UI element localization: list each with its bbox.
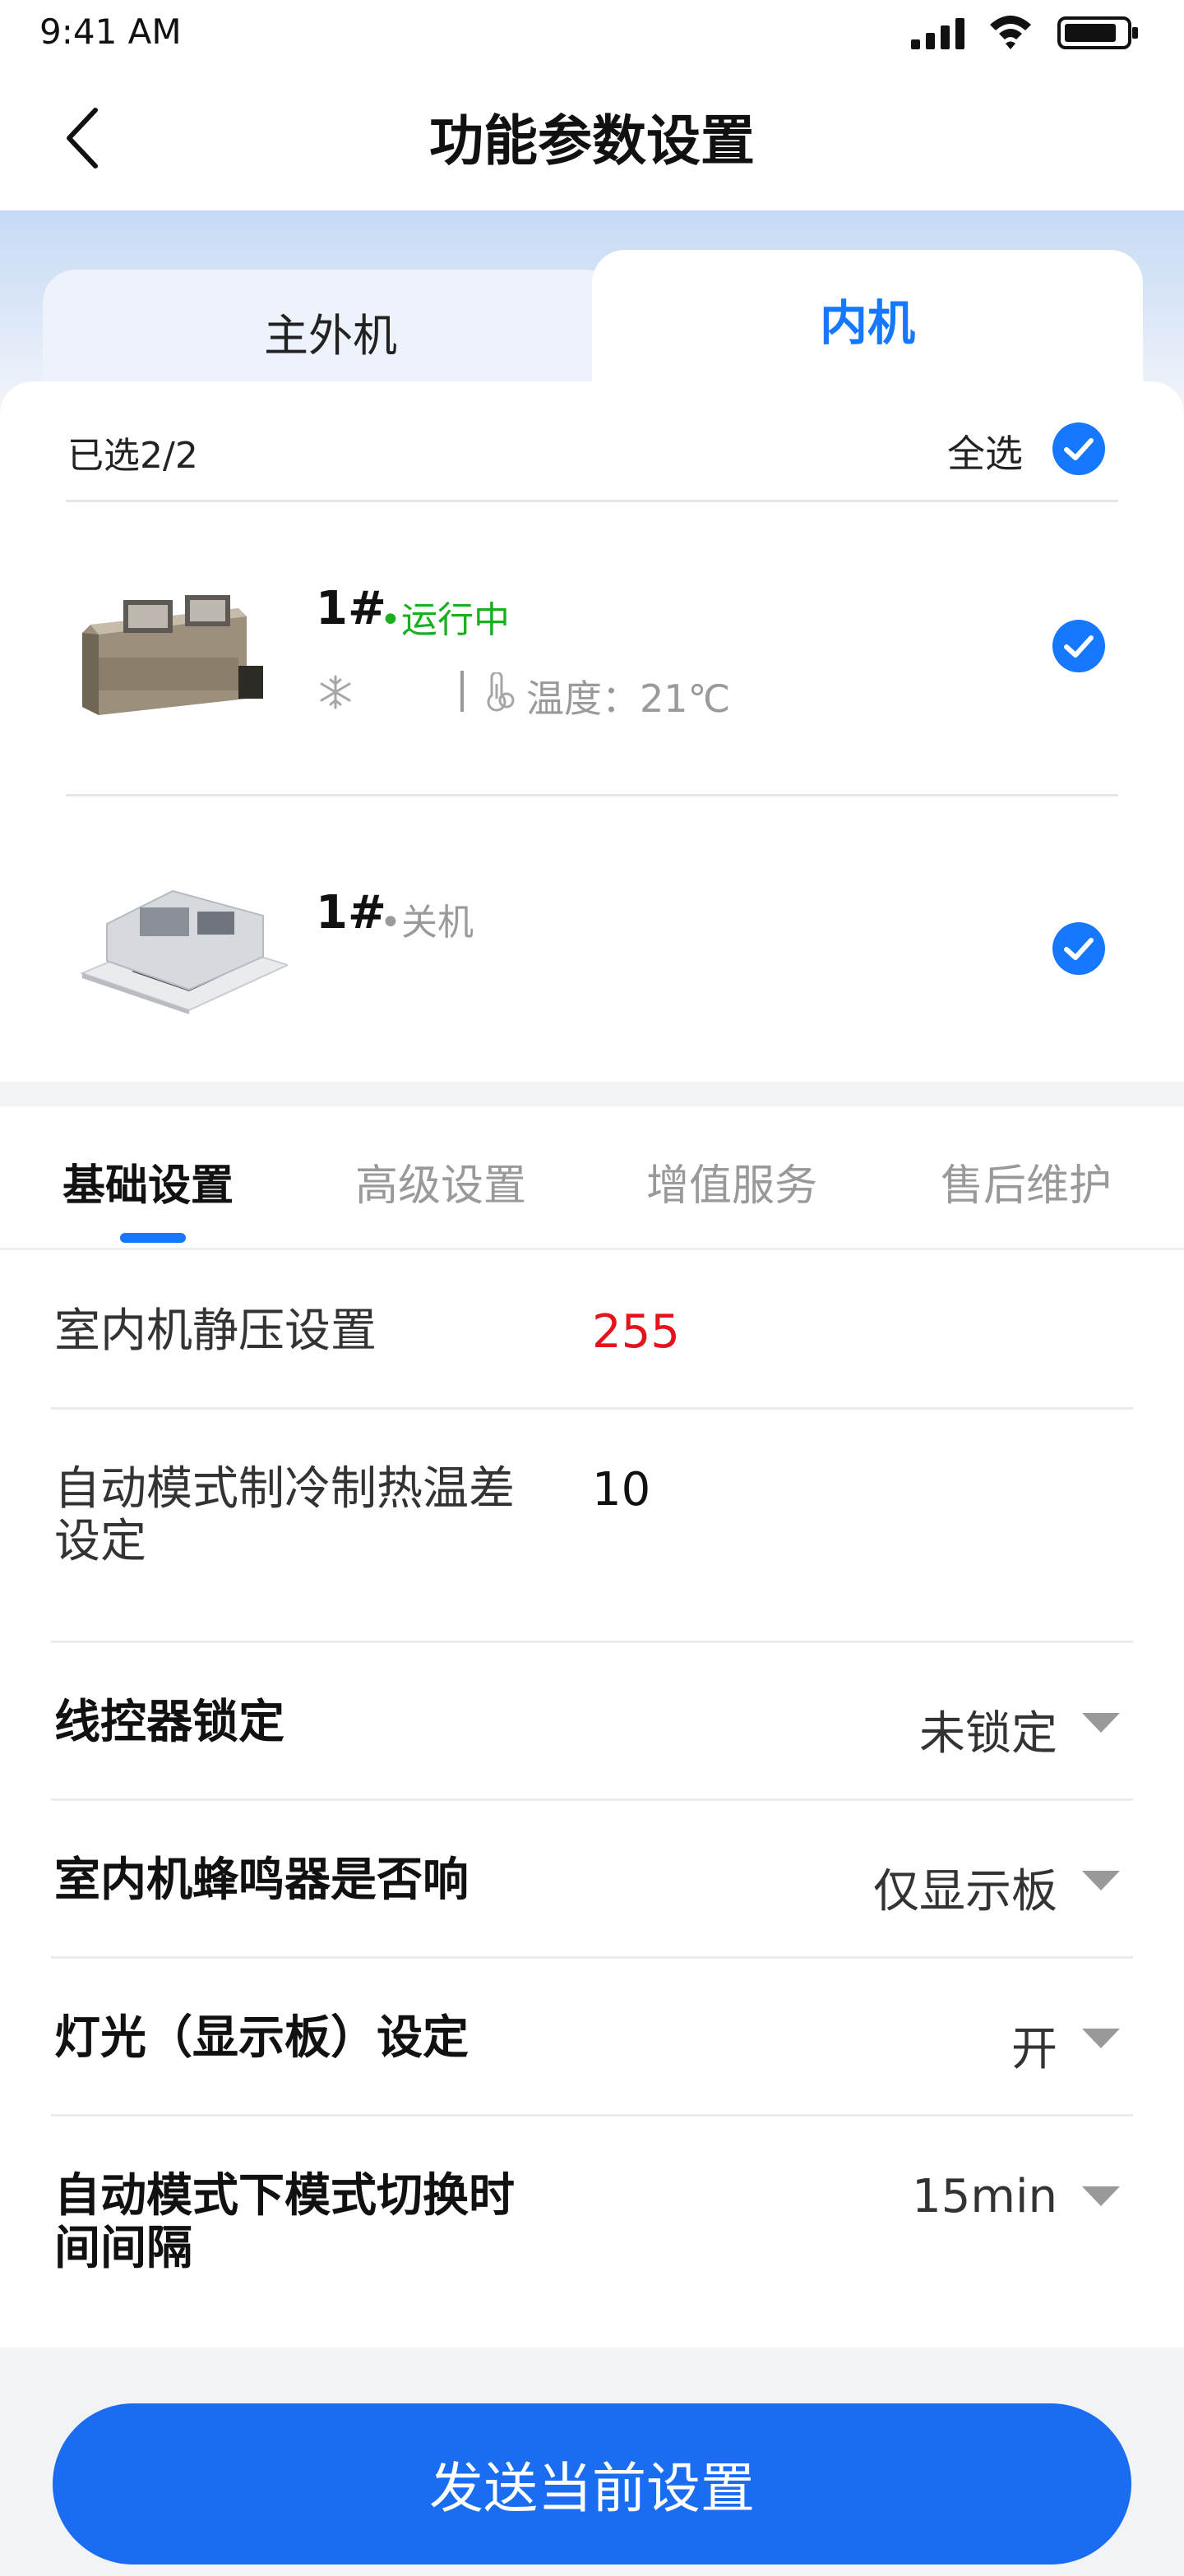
unit-name: 1#: [316, 886, 386, 939]
divider: [66, 500, 1118, 502]
tab-basic-settings[interactable]: 基础设置: [62, 1151, 234, 1212]
tab-advanced-settings[interactable]: 高级设置: [355, 1151, 526, 1212]
dropdown-arrow-icon[interactable]: [1080, 1710, 1122, 1734]
divider: [460, 671, 464, 712]
divider: [66, 794, 1118, 796]
tab-indoor-unit[interactable]: 内机: [592, 250, 1143, 398]
tab-outdoor-unit[interactable]: 主外机: [43, 270, 618, 393]
setting-value-display-light[interactable]: 开: [1011, 2012, 1057, 2079]
setting-label-display-light: 灯光（显示板）设定: [54, 2011, 469, 2065]
send-settings-button[interactable]: 发送当前设置: [53, 2403, 1131, 2564]
check-icon: [1064, 938, 1094, 960]
signal-icon: [911, 18, 964, 49]
select-all-label[interactable]: 全选: [947, 424, 1023, 478]
setting-value-controller-lock[interactable]: 未锁定: [919, 1697, 1057, 1763]
divider: [0, 1248, 1184, 1250]
dropdown-arrow-icon[interactable]: [1080, 2025, 1122, 2050]
divider: [51, 2114, 1133, 2117]
divider: [51, 1956, 1133, 1959]
setting-value-buzzer[interactable]: 仅显示板: [873, 1854, 1057, 1921]
divider: [51, 1641, 1133, 1643]
setting-label-temp-diff: 自动模式制冷制热温差设定: [54, 1462, 515, 1568]
status-bar: 9:41 AM: [0, 0, 1184, 66]
selected-count: 已选2/2: [67, 435, 198, 477]
check-icon: [1064, 635, 1094, 658]
select-all-checkbox[interactable]: [1052, 422, 1105, 475]
tab-indicator: [120, 1233, 186, 1243]
tab-after-sales[interactable]: 售后维护: [941, 1151, 1112, 1212]
setting-label-buzzer: 室内机蜂鸣器是否响: [54, 1854, 469, 1907]
dropdown-arrow-icon[interactable]: [1080, 2183, 1122, 2208]
setting-label-static-pressure: 室内机静压设置: [54, 1304, 377, 1358]
unit-name: 1#: [316, 582, 386, 635]
wifi-icon: [990, 16, 1031, 49]
thermometer-icon: [487, 672, 515, 712]
setting-label-controller-lock: 线控器锁定: [54, 1696, 284, 1749]
divider: [51, 1798, 1133, 1801]
ducted-unit-image: [82, 595, 263, 715]
page-title: 功能参数设置: [429, 109, 755, 173]
setting-value-static-pressure[interactable]: 255: [592, 1305, 680, 1359]
unit-temperature: 温度：21℃: [526, 676, 731, 721]
tab-indoor-label: 内机: [819, 295, 915, 351]
snowflake-icon: [320, 675, 351, 709]
unit-status: •关机: [380, 902, 474, 944]
dropdown-arrow-icon[interactable]: [1080, 1867, 1122, 1892]
divider: [51, 1407, 1133, 1410]
setting-value-temp-diff[interactable]: 10: [592, 1463, 650, 1517]
tab-value-added-services[interactable]: 增值服务: [646, 1151, 817, 1212]
status-time: 9:41 AM: [39, 12, 182, 52]
tab-outdoor-label: 主外机: [264, 310, 397, 362]
battery-icon: [1057, 16, 1138, 49]
check-icon: [1064, 438, 1094, 460]
cassette-unit-image: [80, 889, 288, 1014]
setting-label-mode-switch-interval: 自动模式下模式切换时间间隔: [54, 2169, 515, 2275]
unit-status: •运行中: [380, 599, 510, 641]
unit-checkbox[interactable]: [1052, 620, 1105, 672]
unit-checkbox[interactable]: [1052, 922, 1105, 975]
setting-value-mode-switch-interval[interactable]: 15min: [912, 2170, 1057, 2223]
